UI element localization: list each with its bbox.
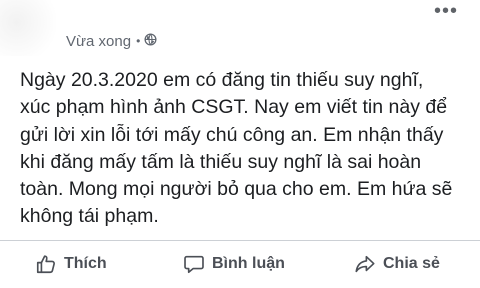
comment-icon: [183, 253, 205, 275]
comment-button[interactable]: Bình luận: [183, 253, 285, 275]
blurred-avatar[interactable]: [0, 0, 56, 56]
like-label: Thích: [64, 255, 107, 272]
more-options-icon[interactable]: •••: [434, 1, 458, 21]
post-timestamp[interactable]: Vừa xong: [66, 33, 131, 50]
thumbs-up-icon: [35, 253, 57, 275]
facebook-post: ••• Vừa xong • Ngày 20.3.2020 em có đăng…: [0, 0, 480, 288]
post-meta: Vừa xong •: [66, 31, 157, 51]
share-button[interactable]: Chia sẻ: [354, 253, 440, 275]
globe-icon[interactable]: [144, 32, 157, 50]
like-button[interactable]: Thích: [35, 253, 107, 275]
meta-separator: •: [136, 34, 141, 48]
comment-label: Bình luận: [212, 255, 285, 272]
share-label: Chia sẻ: [383, 255, 440, 272]
post-text: Ngày 20.3.2020 em có đăng tin thiếu suy …: [20, 69, 453, 228]
post-actions-bar: Thích Bình luận Chia sẻ: [0, 241, 480, 288]
share-arrow-icon: [354, 253, 376, 275]
